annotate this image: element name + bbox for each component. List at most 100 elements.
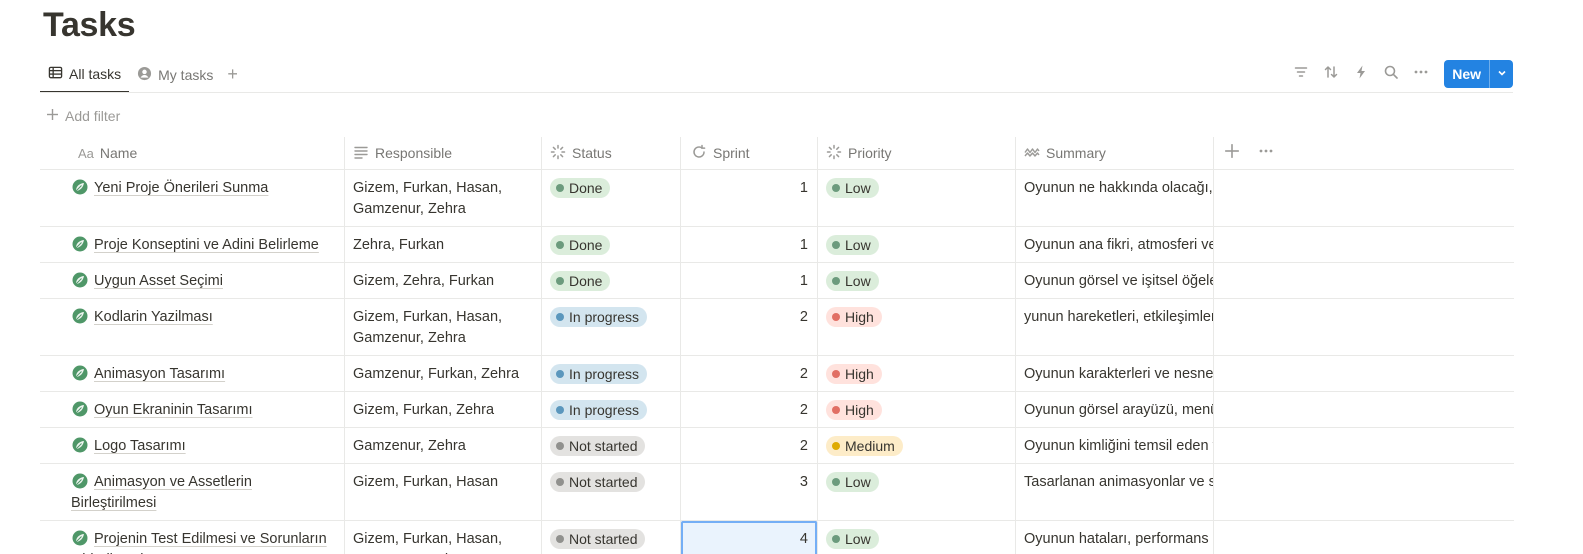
summary-cell[interactable]: Oyunun ana fikri, atmosferi ve: [1016, 227, 1214, 262]
priority-cell[interactable]: Low: [818, 170, 1016, 226]
sprint-cell[interactable]: 3: [681, 464, 818, 520]
priority-cell[interactable]: Medium: [818, 428, 1016, 463]
table-row[interactable]: Kodlarin Yazilması Gizem, Furkan, Hasan, …: [40, 299, 1514, 356]
sprint-cell[interactable]: 1: [681, 227, 818, 262]
status-cell[interactable]: Not started: [542, 428, 681, 463]
task-name[interactable]: Animasyon ve Assetlerin Birleştirilmesi: [71, 472, 336, 514]
priority-dot: [832, 370, 840, 378]
sprint-cell[interactable]: 4: [681, 521, 818, 554]
table-row[interactable]: Projenin Test Edilmesi ve Sorunların Gid…: [40, 521, 1514, 554]
priority-cell[interactable]: Low: [818, 464, 1016, 520]
priority-cell[interactable]: High: [818, 356, 1016, 391]
add-view-button[interactable]: +: [221, 56, 244, 93]
status-cell[interactable]: Done: [542, 227, 681, 262]
task-name[interactable]: Projenin Test Edilmesi ve Sorunların Gid…: [71, 529, 336, 554]
table-row[interactable]: Uygun Asset Seçimi Gizem, Zehra, Furkan Do…: [40, 263, 1514, 299]
priority-cell[interactable]: Low: [818, 263, 1016, 298]
task-name-cell[interactable]: Kodlarin Yazilması: [40, 299, 345, 355]
summary-cell[interactable]: Oyunun kimliğini temsil eden v: [1016, 428, 1214, 463]
priority-cell[interactable]: Low: [818, 227, 1016, 262]
task-name-cell[interactable]: Yeni Proje Önerileri Sunma: [40, 170, 345, 226]
sprint-value: 1: [799, 180, 808, 196]
task-name[interactable]: Yeni Proje Önerileri Sunma: [71, 178, 336, 199]
sprint-cell[interactable]: 1: [681, 170, 818, 226]
table-row[interactable]: Logo Tasarımı Gamzenur, Zehra Not started 2…: [40, 428, 1514, 464]
automation-button[interactable]: [1346, 60, 1376, 88]
task-name-cell[interactable]: Animasyon Tasarımı: [40, 356, 345, 391]
task-name[interactable]: Oyun Ekraninin Tasarımı: [71, 400, 336, 421]
column-header-name[interactable]: Aa Name: [40, 137, 345, 169]
responsible-cell[interactable]: Gizem, Furkan, Hasan, Gamzenur, Zehra: [345, 521, 542, 554]
task-name-cell[interactable]: Oyun Ekraninin Tasarımı: [40, 392, 345, 427]
summary-cell[interactable]: Oyunun hataları, performans s: [1016, 521, 1214, 554]
sprint-cell[interactable]: 2: [681, 356, 818, 391]
priority-cell[interactable]: High: [818, 392, 1016, 427]
tab-all-tasks[interactable]: All tasks: [40, 56, 130, 93]
column-header-status[interactable]: Status: [542, 137, 681, 169]
status-cell[interactable]: Done: [542, 263, 681, 298]
responsible-cell[interactable]: Gizem, Furkan, Hasan, Gamzenur, Zehra: [345, 299, 542, 355]
status-cell[interactable]: In progress: [542, 299, 681, 355]
task-name-cell[interactable]: Animasyon ve Assetlerin Birleştirilmesi: [40, 464, 345, 520]
task-name[interactable]: Kodlarin Yazilması: [71, 307, 336, 328]
sprint-cell[interactable]: 1: [681, 263, 818, 298]
responsible-cell[interactable]: Gamzenur, Zehra: [345, 428, 542, 463]
summary-cell[interactable]: Oyunun görsel arayüzü, menü: [1016, 392, 1214, 427]
task-name[interactable]: Proje Konseptini ve Adini Belirleme: [71, 235, 336, 256]
task-name[interactable]: Uygun Asset Seçimi: [71, 271, 336, 292]
sprint-cell[interactable]: 2: [681, 392, 818, 427]
table-row[interactable]: Animasyon ve Assetlerin Birleştirilmesi G…: [40, 464, 1514, 521]
status-cell[interactable]: Not started: [542, 464, 681, 520]
task-name-cell[interactable]: Projenin Test Edilmesi ve Sorunların Gid…: [40, 521, 345, 554]
task-name-cell[interactable]: Logo Tasarımı: [40, 428, 345, 463]
task-name-cell[interactable]: Uygun Asset Seçimi: [40, 263, 345, 298]
status-label: In progress: [569, 366, 640, 382]
responsible-cell[interactable]: Gamzenur, Furkan, Zehra: [345, 356, 542, 391]
table-row[interactable]: Animasyon Tasarımı Gamzenur, Furkan, Zehr…: [40, 356, 1514, 392]
priority-cell[interactable]: High: [818, 299, 1016, 355]
task-name-cell[interactable]: Proje Konseptini ve Adini Belirleme: [40, 227, 345, 262]
leaf-icon: [72, 236, 88, 252]
column-header-priority[interactable]: Priority: [818, 137, 1016, 169]
table-row[interactable]: Yeni Proje Önerileri Sunma Gizem, Furkan,…: [40, 170, 1514, 227]
sprint-value: 1: [799, 273, 808, 289]
status-cell[interactable]: Done: [542, 170, 681, 226]
new-button[interactable]: New: [1444, 60, 1489, 88]
new-dropdown-button[interactable]: [1489, 60, 1513, 88]
summary-cell[interactable]: Oyunun karakterleri ve nesnel: [1016, 356, 1214, 391]
task-name[interactable]: Animasyon Tasarımı: [71, 364, 336, 385]
sprint-cell[interactable]: 2: [681, 428, 818, 463]
responsible-cell[interactable]: Gizem, Furkan, Hasan: [345, 464, 542, 520]
responsible-cell[interactable]: Zehra, Furkan: [345, 227, 542, 262]
column-header-summary[interactable]: Summary: [1016, 137, 1214, 169]
responsible-cell[interactable]: Gizem, Furkan, Hasan, Gamzenur, Zehra: [345, 170, 542, 226]
table-row[interactable]: Oyun Ekraninin Tasarımı Gizem, Furkan, Ze…: [40, 392, 1514, 428]
text-type-icon: Aa: [78, 145, 94, 161]
summary-cell[interactable]: yunun hareketleri, etkileşimler: [1016, 299, 1214, 355]
responsible-cell[interactable]: Gizem, Zehra, Furkan: [345, 263, 542, 298]
summary-cell[interactable]: Oyunun ne hakkında olacağı, n: [1016, 170, 1214, 226]
task-name[interactable]: Logo Tasarımı: [71, 436, 336, 457]
tab-my-tasks[interactable]: My tasks: [129, 56, 221, 93]
filter-button[interactable]: [1286, 60, 1316, 88]
status-cell[interactable]: In progress: [542, 356, 681, 391]
column-more-button[interactable]: [1258, 143, 1274, 164]
more-button[interactable]: [1406, 60, 1436, 88]
status-cell[interactable]: Not started: [542, 521, 681, 554]
priority-badge: Low: [826, 178, 879, 198]
priority-dot: [832, 241, 840, 249]
table-row[interactable]: Proje Konseptini ve Adini Belirleme Zehra…: [40, 227, 1514, 263]
priority-cell[interactable]: Low: [818, 521, 1016, 554]
sprint-cell[interactable]: 2: [681, 299, 818, 355]
responsible-cell[interactable]: Gizem, Furkan, Zehra: [345, 392, 542, 427]
add-filter-button[interactable]: Add filter: [46, 108, 120, 124]
column-header-responsible[interactable]: Responsible: [345, 137, 542, 169]
summary-cell[interactable]: Oyunun görsel ve işitsel öğele: [1016, 263, 1214, 298]
empty-cell: [1214, 227, 1514, 262]
status-cell[interactable]: In progress: [542, 392, 681, 427]
column-header-sprint[interactable]: Sprint: [681, 137, 818, 169]
sort-button[interactable]: [1316, 60, 1346, 88]
add-column-button[interactable]: [1224, 143, 1240, 164]
search-button[interactable]: [1376, 60, 1406, 88]
summary-cell[interactable]: Tasarlanan animasyonlar ve se: [1016, 464, 1214, 520]
